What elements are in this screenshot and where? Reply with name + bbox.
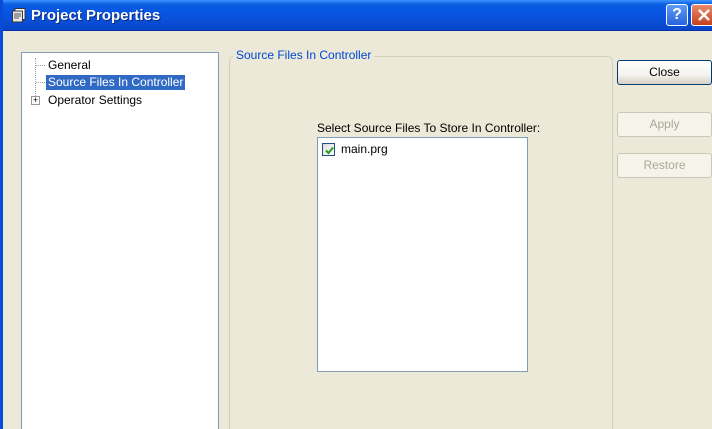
category-tree[interactable]: General Source Files In Controller + Ope… [21,52,219,429]
tree-item-label: Operator Settings [48,93,143,107]
tree-item-general[interactable]: General [22,58,212,74]
tree-branch-line [36,65,45,66]
file-list-label: Select Source Files To Store In Controll… [317,121,541,135]
tree-branch-line [36,82,45,83]
apply-button[interactable]: Apply [617,112,712,137]
close-button[interactable]: Close [617,60,712,85]
project-properties-window: Project Properties ? General Source File… [0,0,712,429]
help-icon[interactable]: ? [666,4,688,26]
restore-button[interactable]: Restore [617,153,712,178]
tree-item-label: General [48,58,91,72]
tree-item-source-files[interactable]: Source Files In Controller [22,75,212,91]
source-file-list[interactable]: main.prg [317,137,528,372]
file-name: main.prg [341,142,388,156]
tree-item-label: Source Files In Controller [46,75,186,90]
properties-window-icon [12,8,26,23]
close-icon[interactable] [691,4,712,26]
title-bar[interactable]: Project Properties ? [3,0,712,31]
groupbox-legend: Source Files In Controller [233,48,375,62]
checkmark-icon [325,146,334,155]
plus-expander-icon[interactable]: + [31,96,40,105]
tree-item-operator-settings[interactable]: + Operator Settings [22,93,212,109]
file-checkbox[interactable] [322,143,335,156]
window-title: Project Properties [31,7,161,24]
